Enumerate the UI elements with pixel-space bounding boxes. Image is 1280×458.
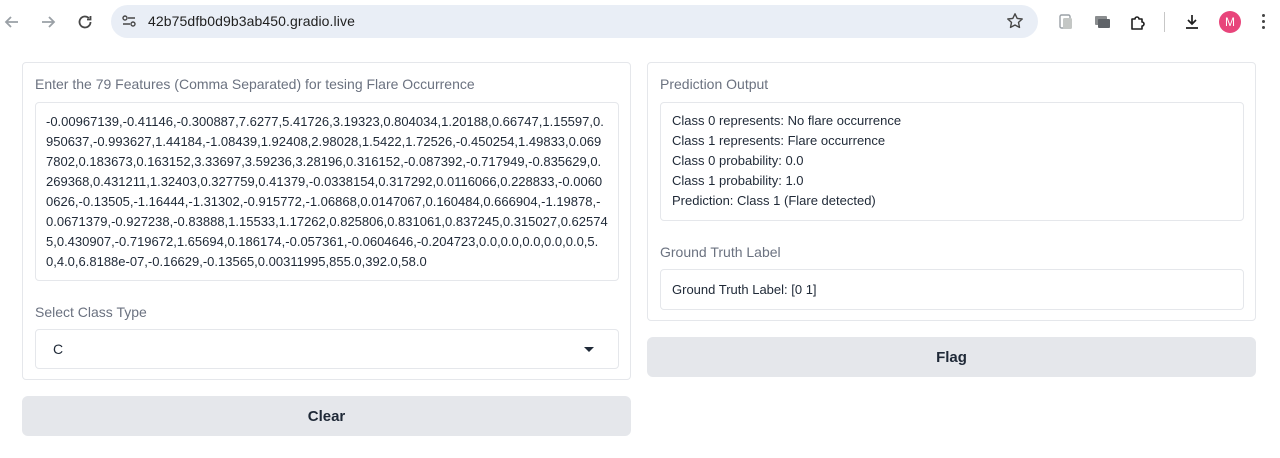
ground-truth-value: Ground Truth Label: [0 1] xyxy=(672,282,817,297)
features-label: Enter the 79 Features (Comma Separated) … xyxy=(35,76,475,92)
address-bar[interactable]: 42b75dfb0d9b3ab450.gradio.live xyxy=(111,5,1038,38)
prediction-label: Prediction Output xyxy=(660,76,769,92)
flag-button[interactable]: Flag xyxy=(647,337,1256,377)
download-icon[interactable] xyxy=(1182,12,1202,32)
toolbar-separator xyxy=(1164,12,1165,32)
cast-icon[interactable] xyxy=(1092,12,1112,32)
back-icon[interactable] xyxy=(0,10,24,34)
forward-icon[interactable] xyxy=(36,10,60,34)
class-type-value[interactable]: C xyxy=(53,341,63,357)
ground-truth-label: Ground Truth Label xyxy=(660,244,781,260)
output-panel: Prediction Output Class 0 represents: No… xyxy=(647,62,1256,321)
prediction-output[interactable]: Class 0 represents: No flare occurrence … xyxy=(660,102,1244,221)
prediction-line: Class 0 probability: 0.0 xyxy=(672,153,804,168)
prediction-line: Class 0 represents: No flare occurrence xyxy=(672,113,902,128)
input-panel: Enter the 79 Features (Comma Separated) … xyxy=(22,62,631,380)
class-type-label: Select Class Type xyxy=(35,304,147,320)
menu-icon[interactable] xyxy=(1262,12,1266,32)
reload-icon[interactable] xyxy=(73,10,97,34)
avatar[interactable]: M xyxy=(1219,11,1241,33)
chevron-down-icon[interactable] xyxy=(584,347,594,352)
star-icon[interactable] xyxy=(1006,12,1024,30)
ground-truth-output[interactable]: Ground Truth Label: [0 1] xyxy=(660,269,1244,310)
clear-button[interactable]: Clear xyxy=(22,396,631,436)
prediction-line: Prediction: Class 1 (Flare detected) xyxy=(672,193,876,208)
browser-toolbar: 42b75dfb0d9b3ab450.gradio.live M xyxy=(0,0,1280,44)
class-type-dropdown[interactable]: C xyxy=(35,329,619,369)
prediction-line: Class 1 represents: Flare occurrence xyxy=(672,133,886,148)
tab-search-icon[interactable] xyxy=(1056,12,1076,32)
features-input[interactable]: -0.00967139,-0.41146,-0.300887,7.6277,5.… xyxy=(35,102,619,281)
site-info-icon[interactable] xyxy=(121,13,137,29)
features-input-text[interactable]: -0.00967139,-0.41146,-0.300887,7.6277,5.… xyxy=(36,103,618,272)
extensions-icon[interactable] xyxy=(1128,12,1148,32)
prediction-line: Class 1 probability: 1.0 xyxy=(672,173,804,188)
url-text[interactable]: 42b75dfb0d9b3ab450.gradio.live xyxy=(148,13,355,29)
